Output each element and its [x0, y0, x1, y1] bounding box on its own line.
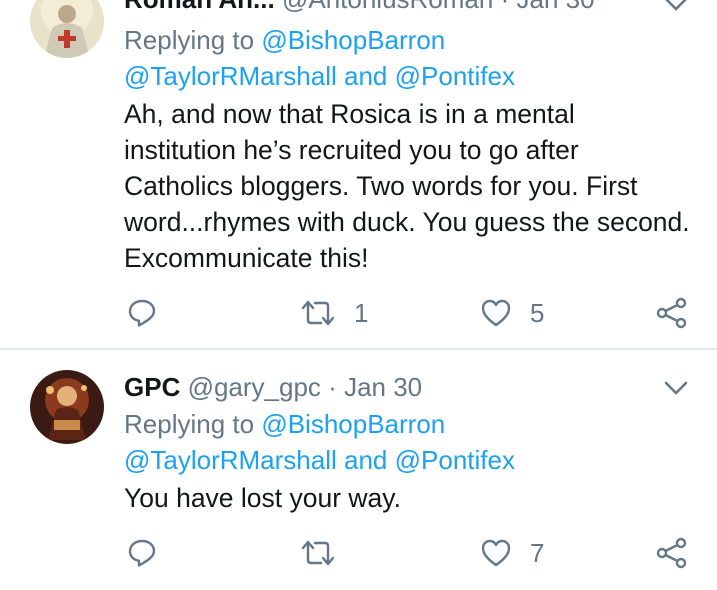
replying-to-line: @TaylorRMarshall and @Pontifex	[124, 58, 515, 94]
avatar[interactable]	[30, 0, 104, 58]
share-button[interactable]	[655, 293, 689, 333]
replying-to-line: Replying to @BishopBarron	[124, 22, 445, 58]
mention-link[interactable]: @BishopBarron	[261, 25, 445, 55]
retweet-icon	[300, 538, 336, 568]
mention-link[interactable]: @TaylorRMarshall	[124, 445, 337, 475]
chevron-down-icon[interactable]	[662, 0, 690, 14]
tweet-text: You have lost your way.	[124, 483, 401, 513]
tweet[interactable]: GPC @gary_gpc · Jan 30 Replying to @Bish…	[0, 350, 717, 590]
reply-icon	[126, 537, 158, 569]
like-button[interactable]: 5	[480, 293, 544, 333]
user-handle[interactable]: @gary_gpc	[188, 372, 321, 402]
user-handle[interactable]: @AntoniusRoman	[282, 0, 493, 14]
replying-to-label: Replying to	[124, 25, 255, 55]
retweet-count: 1	[354, 297, 369, 328]
replying-and-word: and	[344, 61, 388, 91]
tweet-actions: 7	[0, 533, 717, 573]
tweet-text: Ah, and now that Rosica is in a mental i…	[124, 99, 690, 273]
tweet[interactable]: Roman An... @AntoniusRoman · Jan 30 Repl…	[0, 0, 717, 348]
mention-link[interactable]: @TaylorRMarshall	[124, 61, 337, 91]
like-count: 7	[530, 537, 545, 568]
replying-to-label: Replying to	[124, 409, 255, 439]
retweet-button[interactable]	[300, 533, 354, 573]
share-button[interactable]	[655, 533, 689, 573]
separator-dot: ·	[328, 372, 337, 402]
chevron-down-icon[interactable]	[662, 378, 690, 398]
like-button[interactable]: 7	[480, 533, 544, 573]
display-name[interactable]: Roman An...	[124, 0, 275, 14]
mention-link[interactable]: @BishopBarron	[261, 409, 445, 439]
reply-button[interactable]	[126, 293, 158, 333]
heart-icon	[480, 298, 512, 328]
display-name[interactable]: GPC	[124, 372, 180, 402]
separator-dot: ·	[501, 0, 510, 14]
reply-button[interactable]	[126, 533, 158, 573]
reply-icon	[126, 297, 158, 329]
tweet-header: GPC @gary_gpc · Jan 30	[124, 372, 422, 403]
tweet-header: Roman An... @AntoniusRoman · Jan 30	[124, 0, 595, 15]
tweet-date[interactable]: Jan 30	[516, 0, 594, 14]
mention-link[interactable]: @Pontifex	[395, 445, 515, 475]
mention-link[interactable]: @Pontifex	[395, 61, 515, 91]
retweet-button[interactable]: 1	[300, 293, 368, 333]
retweet-icon	[300, 298, 336, 328]
share-icon	[655, 537, 689, 569]
tweet-date[interactable]: Jan 30	[344, 372, 422, 402]
share-icon	[655, 297, 689, 329]
replying-to-line: @TaylorRMarshall and @Pontifex	[124, 442, 515, 478]
replying-and-word: and	[344, 445, 388, 475]
replying-to-line: Replying to @BishopBarron	[124, 406, 445, 442]
avatar[interactable]	[30, 370, 104, 444]
tweet-actions: 1 5	[0, 293, 717, 333]
heart-icon	[480, 538, 512, 568]
like-count: 5	[530, 297, 545, 328]
